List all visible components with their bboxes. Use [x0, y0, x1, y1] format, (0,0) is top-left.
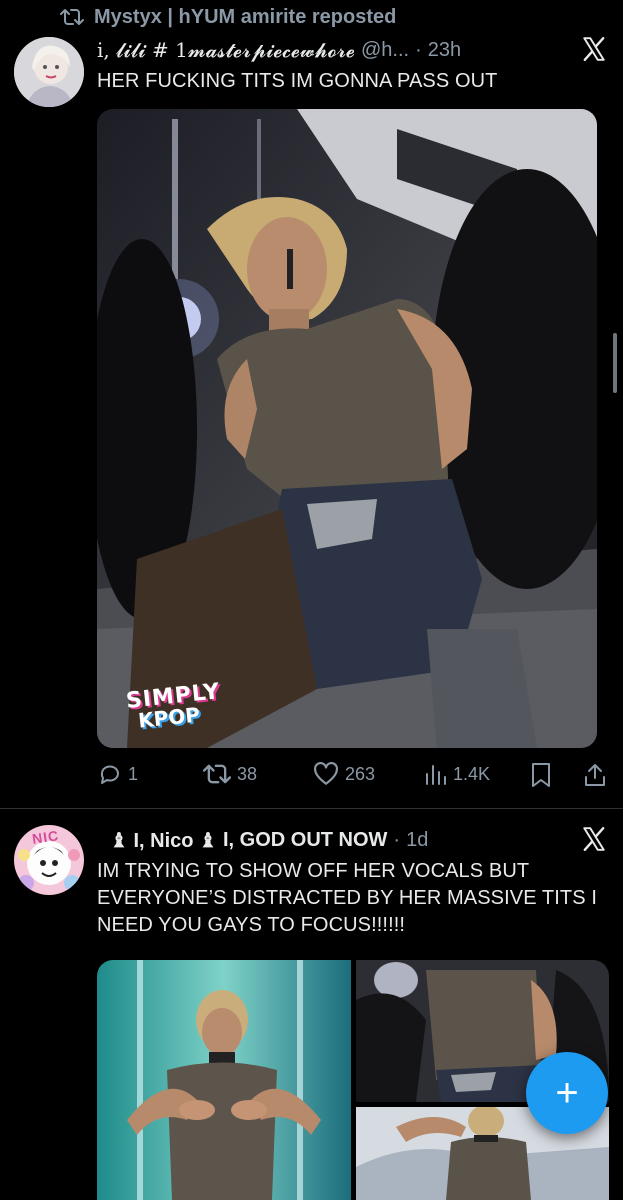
reply-count: 1	[128, 763, 139, 784]
performance-photo	[97, 109, 597, 748]
x-logo-icon[interactable]	[581, 36, 607, 62]
repost-icon	[60, 9, 84, 25]
author-name[interactable]: i, 𝓵𝓲𝓵𝓲 # 1𝓶𝓪𝓼𝓽𝓮𝓻𝓹𝓲𝓮𝓬𝓮𝔀𝓱𝓸𝓻𝓮	[97, 38, 355, 62]
x-logo-icon[interactable]	[581, 826, 607, 852]
like-count: 263	[345, 763, 376, 784]
scrollbar-thumb[interactable]	[613, 333, 617, 393]
share-icon	[585, 764, 605, 786]
bookmark-button[interactable]	[530, 762, 552, 788]
author-avatar[interactable]: NIC	[14, 825, 84, 895]
view-count: 1.4K	[453, 763, 491, 784]
author-handle[interactable]: @h...	[361, 39, 409, 62]
repost-indicator[interactable]: Mystyx | hYUM amirite reposted	[60, 4, 396, 30]
tweet1-media[interactable]: SIMPLY KPOP	[97, 109, 597, 748]
tweet1-header: i, 𝓵𝓲𝓵𝓲 # 1𝓶𝓪𝓼𝓽𝓮𝓻𝓹𝓲𝓮𝓬𝓮𝔀𝓱𝓸𝓻𝓮 @h... · 23h	[97, 35, 567, 65]
repost-text: Mystyx | hYUM amirite reposted	[94, 5, 397, 28]
author-avatar[interactable]	[14, 37, 84, 107]
tweet2-text: IM TRYING TO SHOW OFF HER VOCALS BUT EVE…	[97, 860, 597, 936]
separator: ·	[393, 828, 401, 851]
share-button[interactable]	[583, 762, 607, 788]
media-left[interactable]	[97, 960, 351, 1200]
tweet-time[interactable]: 23h	[428, 39, 461, 62]
reply-icon	[100, 765, 119, 784]
author-name-part2[interactable]: I, GOD OUT NOW	[223, 829, 387, 852]
bookmark-icon	[532, 763, 550, 787]
author-name-part1[interactable]: ♝ I, Nico ♝	[110, 828, 217, 853]
reply-button[interactable]: 1	[98, 762, 138, 786]
views-button[interactable]: 1.4K	[423, 762, 490, 786]
tweet-divider	[0, 808, 623, 809]
tweet1-text: HER FUCKING TITS IM GONNA PASS OUT	[97, 70, 498, 92]
views-icon	[426, 765, 446, 785]
repost-button[interactable]: 38	[203, 762, 257, 786]
compose-button[interactable]: +	[526, 1052, 608, 1134]
tweet2-header: ♝ I, Nico ♝ I, GOD OUT NOW · 1d	[110, 825, 570, 855]
separator: ·	[415, 38, 422, 61]
tweet-time[interactable]: 1d	[406, 829, 428, 852]
heart-icon	[314, 762, 338, 785]
like-button[interactable]: 263	[313, 762, 375, 786]
repost-count: 38	[237, 763, 258, 784]
repost-icon	[203, 764, 231, 784]
plus-icon: +	[555, 1071, 579, 1115]
tweet1-actions: 1 38 263 1.4K	[0, 760, 623, 790]
